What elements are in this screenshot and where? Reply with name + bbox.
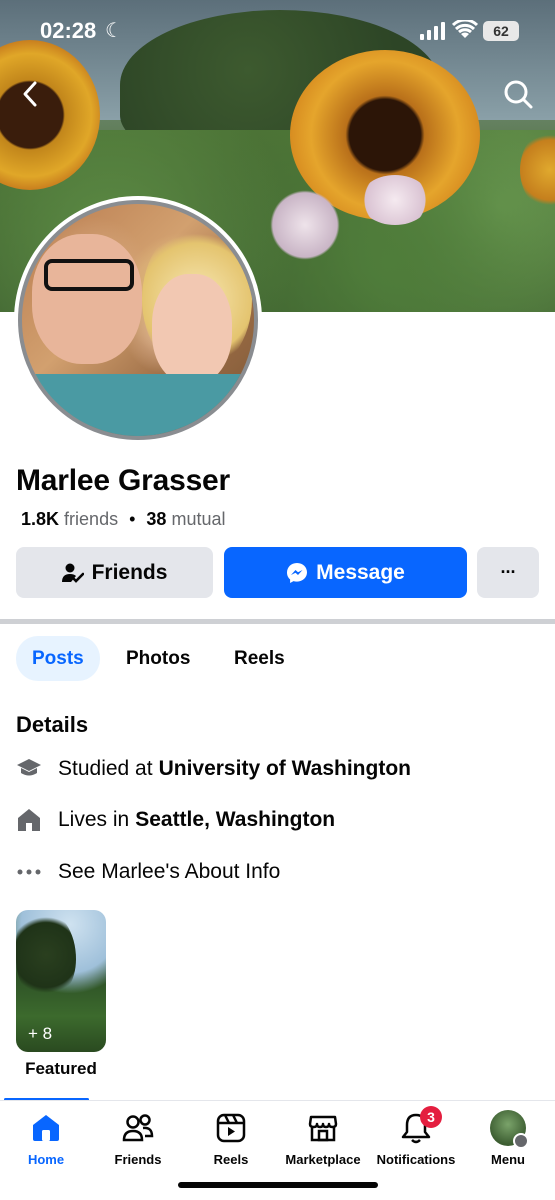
- tab-reels[interactable]: Reels: [218, 636, 301, 681]
- nav-friends-label: Friends: [114, 1152, 162, 1167]
- more-dots-icon: [16, 859, 42, 885]
- friends-button[interactable]: Friends: [16, 547, 213, 598]
- nav-marketplace-label: Marketplace: [285, 1152, 361, 1167]
- tab-posts[interactable]: Posts: [16, 636, 100, 681]
- chevron-left-icon: [23, 81, 37, 107]
- profile-picture[interactable]: [14, 196, 262, 444]
- profile-name: Marlee Grasser: [16, 464, 231, 497]
- home-icon: [33, 1115, 59, 1141]
- nav-menu[interactable]: Menu: [458, 1108, 555, 1167]
- message-button[interactable]: Message: [224, 547, 467, 598]
- nav-notifications-label: Notifications: [376, 1152, 456, 1167]
- tab-photos[interactable]: Photos: [110, 636, 206, 681]
- detail-location-prefix: Lives in: [58, 808, 130, 831]
- back-button[interactable]: [12, 76, 48, 112]
- message-button-label: Message: [316, 560, 405, 584]
- status-time: 02:28: [40, 18, 97, 43]
- mutual-label: mutual: [171, 509, 226, 529]
- reels-icon: [216, 1113, 246, 1143]
- stats-separator: •: [129, 509, 136, 529]
- featured-label: Featured: [25, 1059, 97, 1078]
- search-icon: [504, 80, 533, 109]
- detail-location: Lives in Seattle, Washington: [16, 804, 335, 836]
- nav-reels[interactable]: Reels: [181, 1108, 281, 1167]
- blossom: [270, 190, 340, 260]
- detail-about-info[interactable]: See Marlee's About Info: [16, 856, 280, 888]
- featured-card[interactable]: + 8: [16, 910, 106, 1052]
- profile-photo: [18, 200, 258, 440]
- notification-badge: 3: [420, 1106, 442, 1128]
- home-icon: [16, 807, 42, 833]
- detail-education-prefix: Studied at: [58, 757, 153, 780]
- nav-border: [0, 1100, 555, 1101]
- glasses: [44, 259, 134, 291]
- nav-home[interactable]: Home: [0, 1108, 96, 1167]
- nav-marketplace[interactable]: Marketplace: [273, 1108, 373, 1167]
- details-heading: Details: [16, 712, 89, 737]
- wifi-icon: [451, 18, 479, 45]
- menu-lines-icon: [513, 1133, 529, 1149]
- friends-label: friends: [64, 509, 119, 529]
- battery-icon: 62: [483, 21, 519, 41]
- nav-reels-label: Reels: [213, 1152, 249, 1167]
- more-dots-icon: ···: [500, 562, 517, 582]
- featured-count: + 8: [28, 1024, 53, 1043]
- friend-stats[interactable]: 1.8K friends • 38 mutual: [21, 509, 226, 530]
- detail-education-school[interactable]: University of Washington: [159, 757, 411, 781]
- friend-check-icon: [61, 563, 84, 583]
- nav-friends[interactable]: Friends: [88, 1108, 188, 1167]
- home-indicator: [178, 1182, 378, 1188]
- friends-icon: [122, 1114, 154, 1142]
- friends-count: 1.8K: [21, 509, 60, 529]
- detail-about-info-label: See Marlee's About Info: [58, 860, 281, 883]
- moon-icon: ☾: [105, 20, 123, 42]
- detail-education: Studied at University of Washington: [16, 753, 411, 785]
- nav-notifications[interactable]: 3 Notifications: [366, 1106, 466, 1167]
- signal-icon: [420, 22, 446, 45]
- nav-menu-label: Menu: [491, 1152, 525, 1167]
- search-button[interactable]: [500, 76, 536, 112]
- more-options-button[interactable]: ···: [477, 547, 539, 598]
- marketplace-icon: [308, 1115, 338, 1142]
- blossom: [360, 175, 430, 225]
- detail-location-city[interactable]: Seattle, Washington: [135, 808, 335, 832]
- section-divider: [0, 619, 555, 624]
- menu-avatar-icon: [490, 1110, 529, 1149]
- graduation-cap-icon: [16, 756, 42, 782]
- messenger-icon: [287, 562, 308, 583]
- friends-button-label: Friends: [91, 560, 168, 584]
- nav-home-label: Home: [27, 1152, 65, 1167]
- status-bar: 02:28 ☾ 62: [0, 0, 555, 62]
- mutual-count: 38: [146, 509, 167, 529]
